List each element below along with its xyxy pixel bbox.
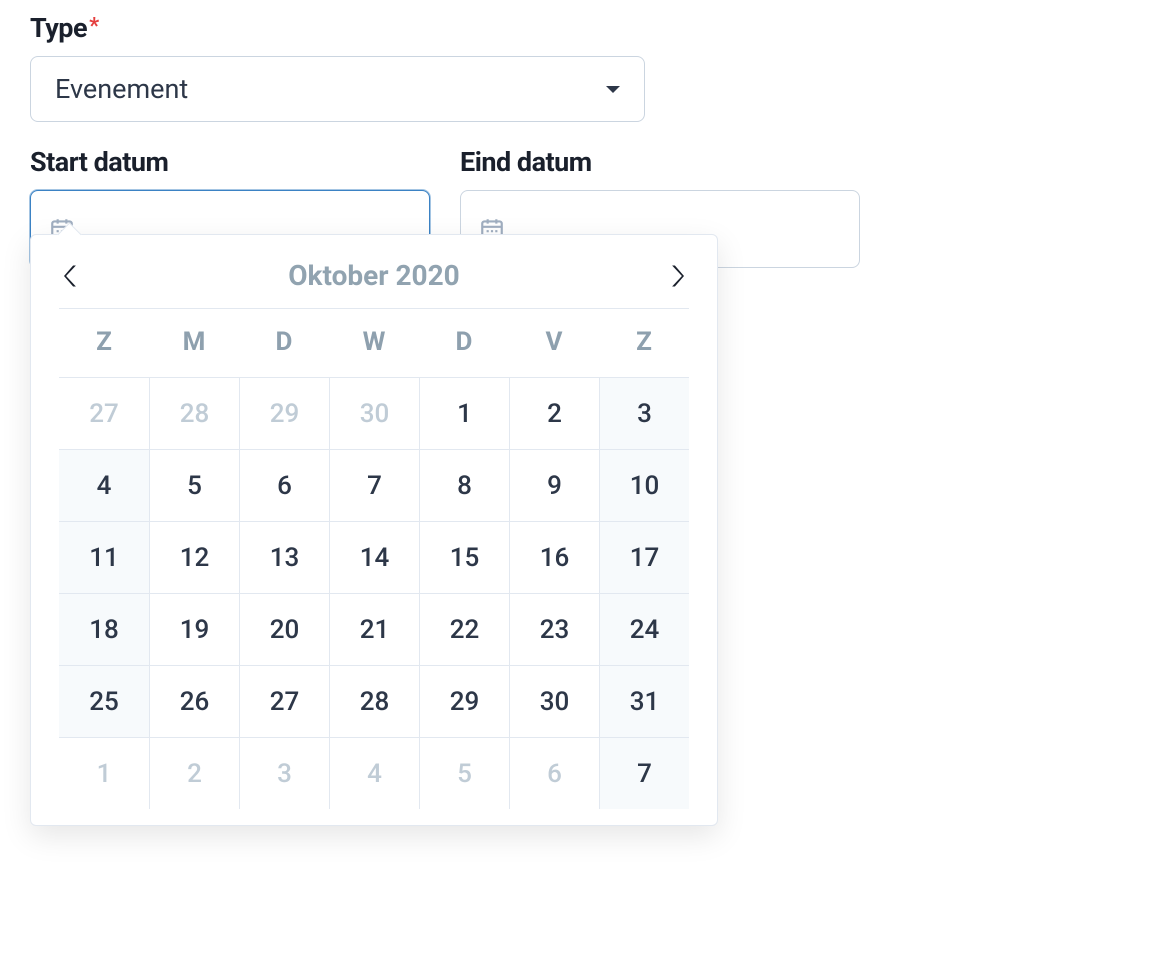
calendar-day-cell[interactable]: 21 bbox=[329, 593, 419, 665]
datepicker-month-title[interactable]: Oktober 2020 bbox=[288, 259, 460, 292]
datepicker-header: Oktober 2020 bbox=[31, 235, 717, 308]
calendar-day-cell[interactable]: 28 bbox=[329, 665, 419, 737]
calendar-day-cell[interactable]: 10 bbox=[599, 449, 689, 521]
calendar-day-cell[interactable]: 22 bbox=[419, 593, 509, 665]
start-date-label: Start datum bbox=[30, 146, 430, 178]
calendar-day-cell[interactable]: 11 bbox=[59, 521, 149, 593]
type-select[interactable]: Evenement bbox=[30, 56, 645, 122]
calendar-day-cell: 3 bbox=[239, 737, 329, 809]
type-label: Type* bbox=[30, 12, 1144, 44]
calendar-day-cell[interactable]: 16 bbox=[509, 521, 599, 593]
calendar-day-cell[interactable]: 25 bbox=[59, 665, 149, 737]
calendar-day-cell[interactable]: 14 bbox=[329, 521, 419, 593]
calendar-day-cell[interactable]: 8 bbox=[419, 449, 509, 521]
calendar-day-cell[interactable]: 24 bbox=[599, 593, 689, 665]
dates-row: Start datum Eind datum bbox=[30, 146, 1144, 268]
caret-down-icon bbox=[606, 86, 620, 93]
calendar-day-cell[interactable]: 20 bbox=[239, 593, 329, 665]
calendar-day-cell: 2 bbox=[149, 737, 239, 809]
calendar-day-cell[interactable]: 12 bbox=[149, 521, 239, 593]
calendar-day-cell[interactable]: 18 bbox=[59, 593, 149, 665]
day-of-week-header: D bbox=[239, 308, 329, 377]
calendar-day-cell[interactable]: 19 bbox=[149, 593, 239, 665]
calendar-day-cell[interactable]: 5 bbox=[149, 449, 239, 521]
calendar-day-cell[interactable]: 17 bbox=[599, 521, 689, 593]
calendar-day-cell[interactable]: 2 bbox=[509, 377, 599, 449]
type-select-value: Evenement bbox=[55, 73, 188, 105]
chevron-left-icon bbox=[64, 264, 78, 288]
type-label-text: Type bbox=[30, 12, 87, 44]
calendar-day-cell: 30 bbox=[329, 377, 419, 449]
type-field: Type* Evenement bbox=[30, 12, 1144, 122]
calendar-day-cell[interactable]: 4 bbox=[59, 449, 149, 521]
day-of-week-header: V bbox=[509, 308, 599, 377]
datepicker-grid: ZMDWDVZ272829301234567891011121314151617… bbox=[31, 308, 717, 817]
next-month-button[interactable] bbox=[667, 262, 687, 290]
chevron-right-icon bbox=[670, 264, 684, 288]
calendar-day-cell[interactable]: 29 bbox=[419, 665, 509, 737]
calendar-day-cell: 27 bbox=[59, 377, 149, 449]
calendar-day-cell[interactable]: 9 bbox=[509, 449, 599, 521]
calendar-day-cell[interactable]: 15 bbox=[419, 521, 509, 593]
day-of-week-header: M bbox=[149, 308, 239, 377]
calendar-day-cell[interactable]: 1 bbox=[419, 377, 509, 449]
calendar-day-cell[interactable]: 31 bbox=[599, 665, 689, 737]
calendar-day-cell[interactable]: 3 bbox=[599, 377, 689, 449]
calendar-day-cell[interactable]: 30 bbox=[509, 665, 599, 737]
day-of-week-header: Z bbox=[599, 308, 689, 377]
required-mark: * bbox=[89, 13, 99, 39]
calendar-day-cell: 5 bbox=[419, 737, 509, 809]
calendar-day-cell[interactable]: 7 bbox=[599, 737, 689, 809]
calendar-day-cell[interactable]: 13 bbox=[239, 521, 329, 593]
calendar-day-cell: 1 bbox=[59, 737, 149, 809]
calendar-day-cell: 6 bbox=[509, 737, 599, 809]
calendar-day-cell: 29 bbox=[239, 377, 329, 449]
calendar-day-cell[interactable]: 23 bbox=[509, 593, 599, 665]
day-of-week-header: Z bbox=[59, 308, 149, 377]
day-of-week-header: D bbox=[419, 308, 509, 377]
end-date-label: Eind datum bbox=[460, 146, 860, 178]
calendar-day-cell[interactable]: 27 bbox=[239, 665, 329, 737]
calendar-day-cell[interactable]: 7 bbox=[329, 449, 419, 521]
calendar-day-cell[interactable]: 26 bbox=[149, 665, 239, 737]
calendar-day-cell: 28 bbox=[149, 377, 239, 449]
day-of-week-header: W bbox=[329, 308, 419, 377]
datepicker-popover: Oktober 2020 ZMDWDVZ27282930123456789101… bbox=[30, 234, 718, 826]
calendar-day-cell: 4 bbox=[329, 737, 419, 809]
calendar-day-cell[interactable]: 6 bbox=[239, 449, 329, 521]
prev-month-button[interactable] bbox=[61, 262, 81, 290]
